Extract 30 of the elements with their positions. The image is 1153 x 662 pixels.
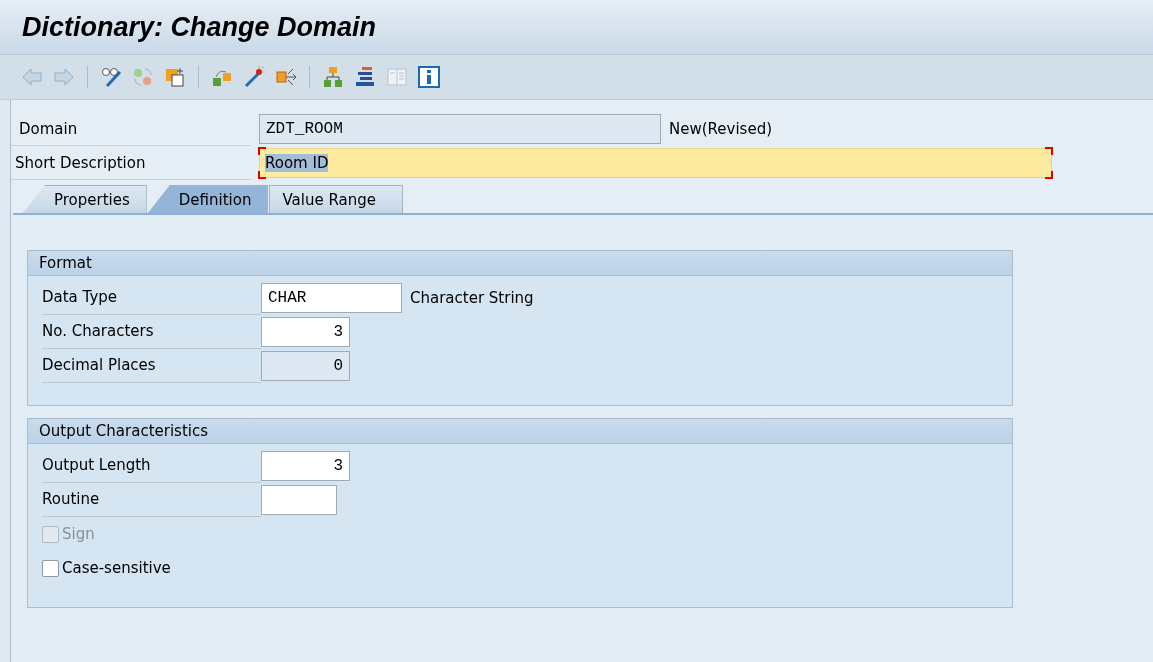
status-text: New(Revised)	[669, 120, 772, 138]
checkbox[interactable]	[42, 559, 59, 577]
circles-swap-icon[interactable]	[132, 66, 154, 88]
input-field[interactable]: CHAR	[261, 283, 402, 313]
forward-arrow-icon[interactable]	[53, 66, 75, 88]
input-field[interactable]: Room ID	[259, 148, 1052, 178]
back-arrow-icon[interactable]	[21, 66, 43, 88]
checkbox-label: Sign	[62, 525, 95, 543]
info-icon[interactable]	[418, 66, 440, 88]
checkbox-label: Case-sensitive	[62, 559, 171, 577]
stacked-bars-icon[interactable]	[354, 66, 376, 88]
tab[interactable]: Properties	[23, 185, 147, 213]
group-title: Format	[28, 251, 1012, 276]
magic-wand-icon[interactable]	[243, 66, 265, 88]
input-field[interactable]: 3	[261, 451, 350, 481]
tab[interactable]: Definition	[147, 185, 269, 213]
square-arrows-icon[interactable]	[275, 66, 297, 88]
field-description: Character String	[410, 289, 534, 307]
input-field[interactable]: 3	[261, 317, 350, 347]
window-title: Dictionary: Change Domain	[22, 11, 377, 43]
tab[interactable]: Value Range	[269, 185, 403, 213]
hierarchy-icon[interactable]	[322, 66, 344, 88]
field-label: Domain	[11, 112, 251, 146]
group-title: Output Characteristics	[28, 419, 1012, 444]
input-field[interactable]	[261, 485, 337, 515]
readonly-field[interactable]: ZDT_ROOM	[259, 114, 661, 144]
glasses-pencil-icon[interactable]	[100, 66, 122, 88]
copy-window-icon[interactable]	[164, 66, 186, 88]
input-field: 0	[261, 351, 350, 381]
field-label: Short Description	[11, 146, 251, 180]
